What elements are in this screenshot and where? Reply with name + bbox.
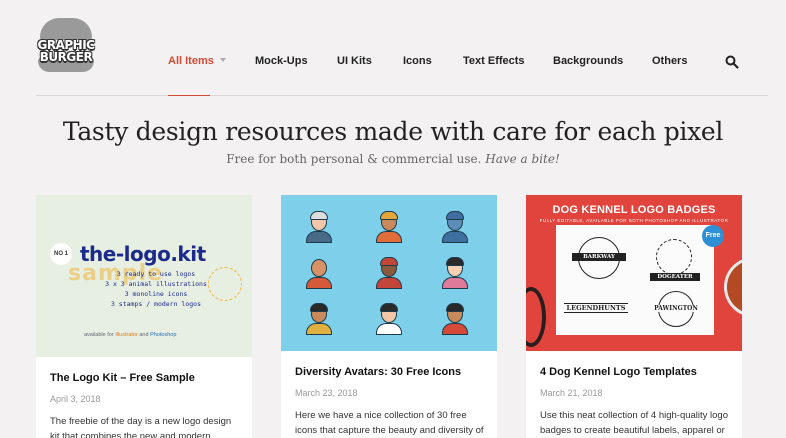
- avatar-icon: [305, 301, 333, 335]
- card-dog-kennel[interactable]: DOG KENNEL LOGO BADGES FULLY EDITABLE, A…: [526, 195, 742, 438]
- kit-footer-prefix: available for: [84, 332, 114, 338]
- bear-stamp-icon: [208, 267, 242, 301]
- card-title[interactable]: 4 Dog Kennel Logo Templates: [540, 366, 697, 378]
- badge-circle-icon: [656, 239, 692, 275]
- leash-image: [526, 287, 546, 347]
- card-description: The freebie of the day is a new logo des…: [50, 416, 232, 438]
- logo-bun: [40, 18, 92, 40]
- avatar-icon: [441, 301, 469, 335]
- badge-label: BARKWAY: [572, 253, 626, 261]
- avatar-icon: [375, 255, 403, 289]
- avatar-icon: [305, 255, 333, 289]
- avatar-icon: [441, 209, 469, 243]
- badge-label: LEGENDHUNTS: [564, 303, 628, 313]
- avatar-icon: [375, 301, 403, 335]
- nav-item-mock-ups[interactable]: Mock-Ups: [255, 55, 308, 67]
- nav-item-backgrounds[interactable]: Backgrounds: [553, 55, 623, 67]
- dog-bowl-image: [724, 257, 742, 317]
- thumb-heading: DOG KENNEL LOGO BADGES: [552, 204, 716, 216]
- card-date: March 23, 2018: [295, 388, 358, 398]
- kit-footer: available for Illustrator and Photoshop: [84, 332, 176, 338]
- badge-sheet: BARKWAY DOGEATER LEGENDHUNTS PAWINGTON: [556, 225, 714, 335]
- avatar-icon: [441, 255, 469, 289]
- avatar-icon: [305, 209, 333, 243]
- card-logo-kit[interactable]: NO 1 sample the-logo.kit 3 ready to use …: [36, 195, 252, 438]
- hero-subtitle-text: Free for both personal & commercial use.: [226, 152, 482, 166]
- kit-heading: the-logo.kit: [80, 242, 206, 266]
- card-thumbnail[interactable]: DOG KENNEL LOGO BADGES FULLY EDITABLE, A…: [526, 195, 742, 351]
- nav-item-all-items[interactable]: All Items: [168, 55, 226, 67]
- nav-item-icons[interactable]: Icons: [403, 55, 432, 67]
- kit-footer-and: and: [139, 332, 149, 338]
- chevron-down-icon: [219, 58, 226, 62]
- card-date: April 3, 2018: [50, 394, 101, 404]
- badge-label: PAWINGTON: [652, 305, 700, 312]
- kit-feature-line: 3 stamps / modern logos: [110, 300, 201, 308]
- card-date: March 21, 2018: [540, 388, 603, 398]
- kit-footer-illustrator: Illustrator: [115, 332, 138, 338]
- card-thumbnail[interactable]: [281, 195, 497, 351]
- card-title[interactable]: The Logo Kit – Free Sample: [50, 372, 195, 384]
- card-description: Here we have a nice collection of 30 fre…: [295, 410, 484, 436]
- hero-subtitle-emphasis: Have a bite!: [485, 152, 560, 166]
- badge-label: DOGEATER: [650, 273, 700, 281]
- nav-item-text-effects[interactable]: Text Effects: [463, 55, 525, 67]
- card-thumbnail[interactable]: NO 1 sample the-logo.kit 3 ready to use …: [36, 195, 252, 357]
- nav-item-others[interactable]: Others: [652, 55, 687, 67]
- card-diversity-avatars[interactable]: Diversity Avatars: 30 Free Icons March 2…: [281, 195, 497, 438]
- hero-subtitle: Free for both personal & commercial use.…: [0, 152, 786, 166]
- kit-footer-photoshop: Photoshop: [150, 332, 177, 338]
- main-nav: All Items Mock-Ups UI Kits Icons Text Ef…: [0, 55, 786, 69]
- avatar-icon: [375, 209, 403, 243]
- hero-title: Tasty design resources made with care fo…: [62, 117, 724, 146]
- header-divider: [36, 95, 768, 96]
- card-description: Use this neat collection of 4 high-quali…: [540, 410, 729, 436]
- active-nav-indicator: [168, 95, 210, 96]
- nav-item-label: All Items: [168, 55, 214, 67]
- search-icon[interactable]: [725, 55, 739, 69]
- thumb-subheading: FULLY EDITABLE, AVAILABLE FOR BOTH PHOTO…: [539, 218, 729, 223]
- free-badge: Free: [702, 225, 724, 247]
- nav-item-ui-kits[interactable]: UI Kits: [337, 55, 372, 67]
- card-title[interactable]: Diversity Avatars: 30 Free Icons: [295, 366, 461, 378]
